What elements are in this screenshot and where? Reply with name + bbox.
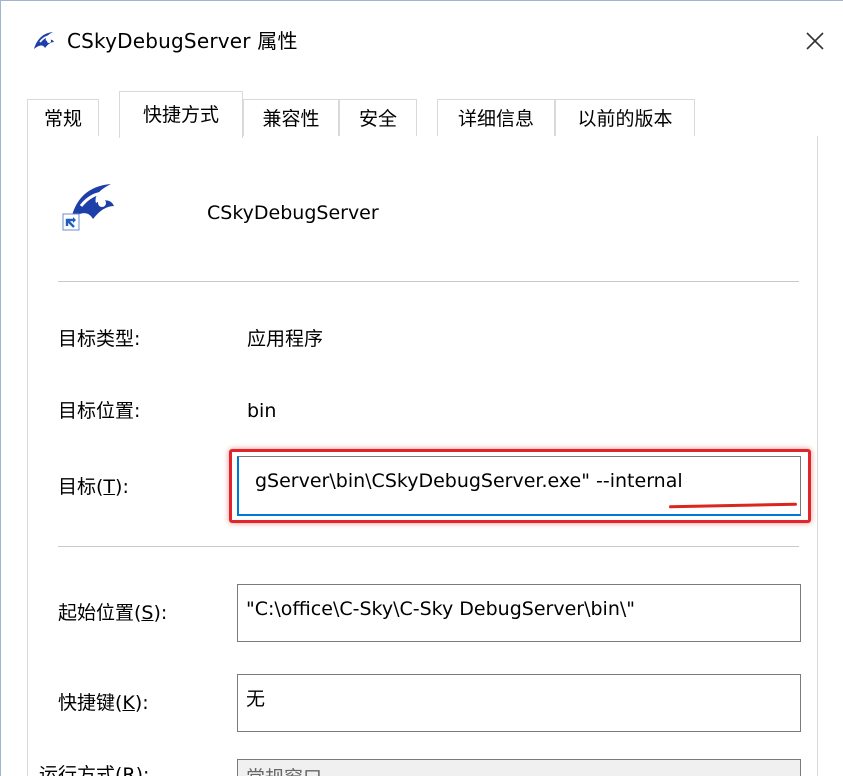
tab-shortcut[interactable]: 快捷方式 [119,91,243,138]
hotkey-label-suffix: ): [134,692,149,714]
target-label-key: T [103,476,116,498]
target-location-label: 目标位置: [58,400,141,422]
tab-compatibility[interactable]: 兼容性 [243,99,339,137]
start-in-label-suffix: ): [153,602,168,624]
start-in-input[interactable]: "C:\office\C-Sky\C-Sky DebugServer\bin\" [237,584,801,642]
hotkey-label-prefix: 快捷键( [58,692,123,714]
shortcut-name: CSkyDebugServer [207,202,379,224]
hotkey-label-key: K [122,692,135,714]
app-shortcut-icon [61,176,119,234]
run-mode-select[interactable]: 常规窗口 [237,759,801,776]
hotkey-input[interactable]: 无 [237,674,801,732]
window-title: CSkyDebugServer 属性 [67,29,298,53]
close-button[interactable] [787,17,843,65]
start-in-label-key: S [141,602,154,624]
csky-app-icon [31,29,57,53]
tab-strip: 常规 快捷方式 兼容性 安全 详细信息 以前的版本 [27,91,817,138]
target-type-value: 应用程序 [247,328,324,350]
start-in-label: 起始位置(S): [58,599,167,627]
tab-details[interactable]: 详细信息 [437,99,555,137]
title-bar: CSkyDebugServer 属性 [1,1,843,81]
properties-window: CSkyDebugServer 属性 常规 快捷方式 兼容性 安全 详细信息 以… [0,0,843,776]
run-mode-label: 运行方式(R): [39,764,150,776]
target-label-suffix: ): [115,476,129,498]
start-in-label-prefix: 起始位置( [58,602,142,624]
tab-security[interactable]: 安全 [339,99,417,137]
divider-top [58,281,799,282]
target-label-prefix: 目标( [58,476,104,498]
target-location-value: bin [247,400,277,422]
target-label: 目标(T): [58,473,129,501]
divider-middle [58,546,799,547]
tab-general[interactable]: 常规 [27,99,99,137]
hotkey-label: 快捷键(K): [58,689,149,717]
tab-previous-versions[interactable]: 以前的版本 [555,99,695,137]
close-icon [806,32,824,50]
target-input[interactable]: gServer\bin\CSkyDebugServer.exe" --inter… [237,456,801,516]
target-type-label: 目标类型: [58,328,141,350]
